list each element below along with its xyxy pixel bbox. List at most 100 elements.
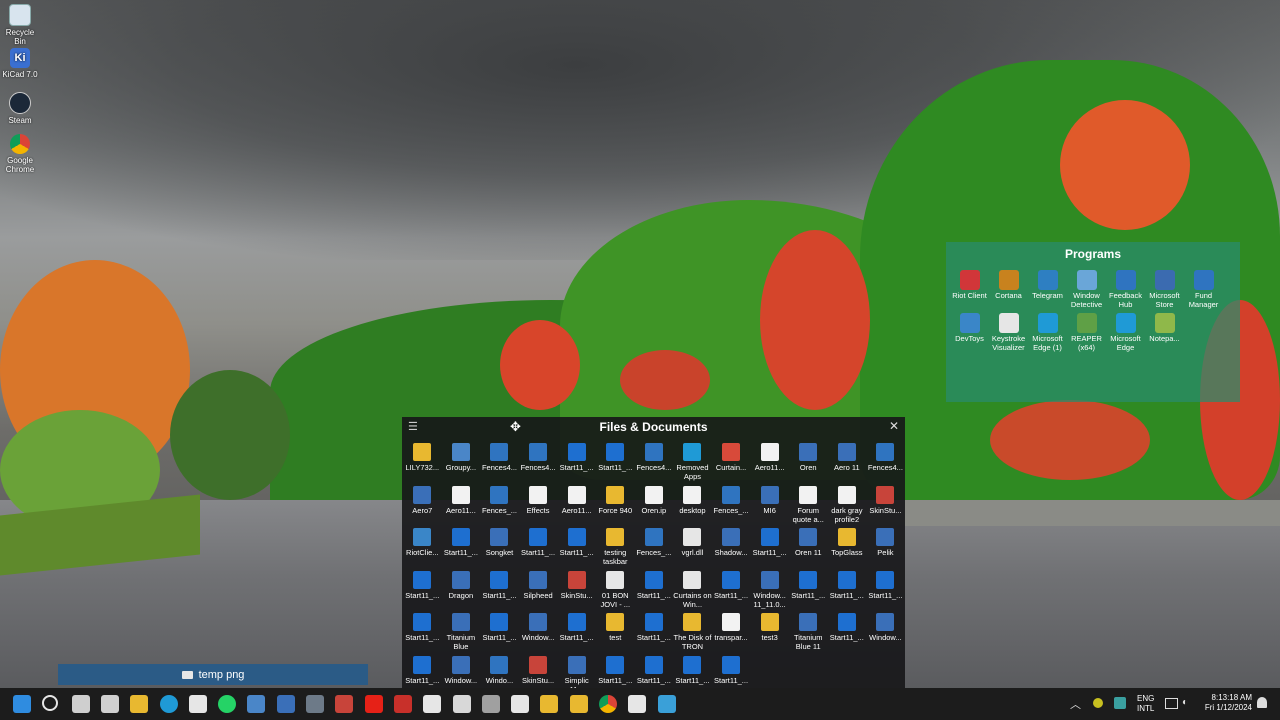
file-item[interactable]: Start11_... (635, 570, 674, 614)
file-item[interactable]: Simplic 11... (557, 655, 596, 688)
program-item[interactable]: Keystroke Visualizer (989, 313, 1028, 356)
program-item[interactable]: Microsoft Store (1145, 270, 1184, 313)
window-icon[interactable] (628, 695, 647, 713)
file-item[interactable]: Fences4... (635, 443, 674, 486)
file-item[interactable]: The Disk of TRON (673, 613, 712, 656)
file-item[interactable]: Start11_... (750, 528, 789, 571)
file-item[interactable]: Removed Apps (673, 443, 712, 486)
file-item[interactable]: Oren 11 (789, 528, 828, 571)
program-item[interactable]: Microsoft Edge (1106, 313, 1145, 356)
settings-icon[interactable] (481, 695, 500, 713)
program-item[interactable]: Notepa... (1145, 313, 1184, 356)
task-view-icon[interactable] (71, 695, 90, 713)
file-item[interactable]: Fences_... (712, 485, 751, 529)
language-indicator[interactable]: ENG INTL (1137, 694, 1154, 714)
program-item[interactable]: Riot Client (950, 270, 989, 313)
calculator-icon[interactable] (306, 695, 324, 713)
file-item[interactable]: Start11_... (828, 570, 867, 614)
file-item[interactable]: Start11_... (557, 528, 596, 571)
file-item[interactable]: RiotClie... (403, 528, 442, 571)
store-icon[interactable] (188, 695, 207, 713)
chevron-up-icon[interactable]: ︿ (1070, 696, 1081, 712)
file-item[interactable]: Start11_... (789, 570, 828, 614)
file-item[interactable]: Titanium Blue 11 (789, 613, 828, 656)
file-item[interactable]: Start11_... (403, 570, 442, 614)
file-item[interactable]: Silpheed (519, 570, 558, 614)
file-item[interactable]: Aero11... (557, 485, 596, 529)
file-item[interactable]: Start11_... (866, 570, 905, 614)
groupy-icon[interactable] (247, 695, 266, 713)
program-item[interactable]: Fund Manager (1184, 270, 1223, 313)
file-item[interactable]: Start11_... (596, 655, 635, 689)
file-item[interactable]: Start11_... (557, 613, 596, 656)
app-icon[interactable] (657, 695, 676, 713)
file-item[interactable]: vgrl.dll (673, 528, 712, 571)
app-icon[interactable] (276, 695, 295, 713)
file-item[interactable]: Titanium Blue (442, 613, 481, 656)
file-item[interactable]: Window... 11_11.0... (750, 570, 789, 614)
desktop-icon-steam[interactable]: Steam (2, 92, 38, 125)
tray-app-icon[interactable] (1093, 698, 1103, 708)
files-documents-fence[interactable]: ☰ ✥ Files & Documents ✕ LILY732... Groupy… (402, 417, 905, 688)
program-item[interactable]: Telegram (1028, 270, 1067, 313)
file-item[interactable]: dark gray profile2 (828, 485, 867, 529)
file-item[interactable]: Groupy... (442, 443, 481, 486)
file-item[interactable]: Start11_... (442, 528, 481, 571)
file-item[interactable]: Start11_... (519, 528, 558, 571)
file-item[interactable]: Songket (480, 528, 519, 571)
program-item[interactable]: Window Detective (1067, 270, 1106, 313)
file-item[interactable]: Curtains on Win... (673, 570, 712, 614)
file-item[interactable]: Start11_... (712, 655, 751, 689)
file-item[interactable]: Start11_... (673, 655, 712, 689)
program-item[interactable]: REAPER (x64) (1067, 313, 1106, 356)
chrome-icon[interactable] (599, 695, 617, 713)
program-item[interactable]: DevToys (950, 313, 989, 356)
temp-png-fence[interactable]: temp png (58, 664, 368, 685)
volume-icon[interactable]: ◐ (1182, 697, 1188, 708)
file-item[interactable]: test3 (750, 613, 789, 656)
file-item[interactable]: SkinStu... (866, 485, 905, 529)
file-item[interactable]: 01 BON JOVI - ... (596, 570, 635, 614)
desktop-icon-recycle-bin[interactable]: Recycle Bin (2, 4, 38, 46)
file-item[interactable]: Start11_... (557, 443, 596, 486)
file-item[interactable]: Effects (519, 485, 558, 529)
desktop-icon-kicad[interactable]: Ki KiCad 7.0 (2, 48, 38, 79)
file-item[interactable]: TopGlass (828, 528, 867, 571)
file-item[interactable]: Fences_... (635, 528, 674, 571)
file-item[interactable]: Curtain... (712, 443, 751, 486)
file-item[interactable]: transpar... (712, 613, 751, 656)
widgets-icon[interactable] (100, 695, 119, 713)
file-item[interactable]: Start11_... (480, 570, 519, 614)
file-item[interactable]: Window... (442, 655, 481, 689)
notification-bell-icon[interactable] (1257, 697, 1267, 708)
fences-icon[interactable] (511, 695, 530, 713)
close-icon[interactable]: ✕ (889, 419, 899, 433)
file-item[interactable]: Aero7 (403, 485, 442, 529)
whatsapp-icon[interactable] (218, 695, 237, 713)
file-item[interactable]: Pelik (866, 528, 905, 571)
file-item[interactable]: Window... (866, 613, 905, 656)
edge-icon[interactable] (159, 695, 178, 713)
display-icon[interactable] (1165, 698, 1178, 709)
program-item[interactable]: Cortana (989, 270, 1028, 313)
file-item[interactable]: Start11_... (828, 613, 867, 656)
file-item[interactable]: SkinStu... (519, 655, 558, 689)
file-item[interactable]: test (596, 613, 635, 656)
desktop-icon-chrome[interactable]: Google Chrome (2, 134, 38, 174)
file-item[interactable]: Fences4... (866, 443, 905, 486)
file-item[interactable]: Start11_... (635, 613, 674, 656)
file-explorer-icon[interactable] (130, 695, 149, 713)
file-item[interactable]: Start11_... (635, 655, 674, 689)
file-item[interactable]: Start11_... (403, 655, 442, 689)
file-item[interactable]: desktop (673, 485, 712, 529)
file-item[interactable]: Start11_... (712, 570, 751, 614)
file-item[interactable]: Shadow... (712, 528, 751, 571)
file-item[interactable]: Forum quote a... (789, 485, 828, 529)
programs-fence[interactable]: Programs Riot Client Cortana Telegram Windo… (946, 242, 1240, 402)
clock[interactable]: 8:13:18 AM Fri 1/12/2024 (1200, 693, 1252, 713)
file-item[interactable]: Start11_... (596, 443, 635, 486)
fence-header[interactable]: ☰ ✥ Files & Documents ✕ (402, 417, 905, 437)
folder-icon[interactable] (569, 695, 588, 713)
file-item[interactable]: MI6 (750, 485, 789, 529)
menu-icon[interactable]: ☰ (408, 420, 418, 433)
